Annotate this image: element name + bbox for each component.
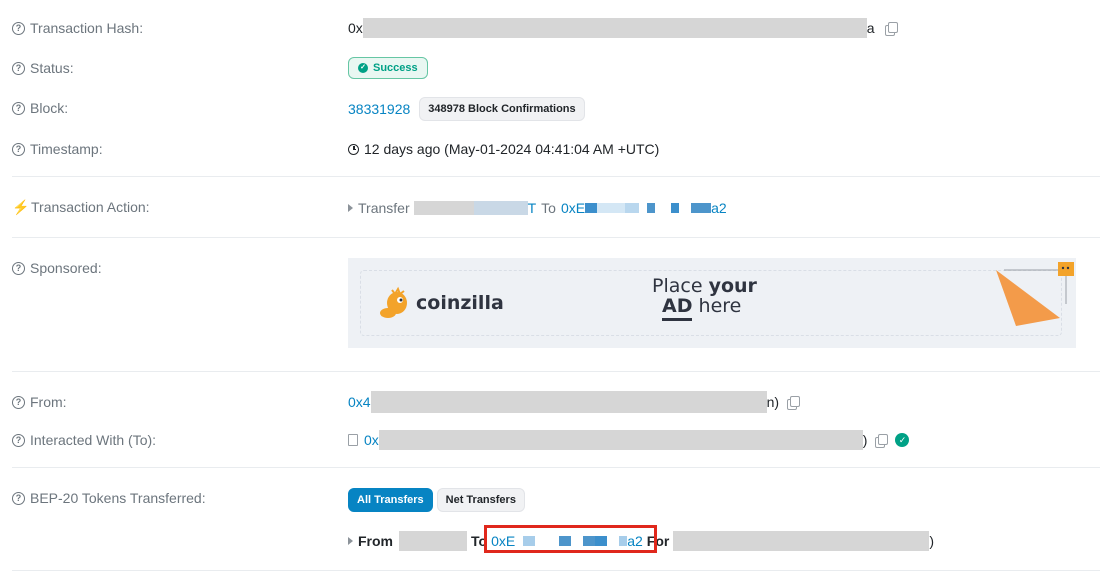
tx-action-row: ⚡ Transaction Action: bbox=[12, 195, 150, 219]
ad-text: Place your AD here bbox=[652, 276, 757, 321]
contract-file-icon bbox=[348, 434, 358, 446]
tab-net-transfers[interactable]: Net Transfers bbox=[436, 488, 525, 512]
divider bbox=[12, 237, 1100, 238]
help-icon[interactable]: ? bbox=[12, 433, 25, 447]
interacted-label: Interacted With (To): bbox=[30, 432, 157, 448]
copy-icon[interactable] bbox=[875, 434, 889, 448]
block-number-link[interactable]: 38331928 bbox=[348, 101, 410, 117]
bep20-row: ? BEP-20 Tokens Transferred: bbox=[12, 486, 206, 510]
check-circle-icon: ✓ bbox=[358, 63, 368, 73]
divider bbox=[12, 176, 1100, 177]
divider bbox=[12, 570, 1100, 571]
from-label: From: bbox=[30, 394, 67, 410]
lightning-icon: ⚡ bbox=[12, 198, 30, 215]
interacted-address-link[interactable]: 0x bbox=[364, 432, 379, 448]
expand-caret-icon[interactable] bbox=[348, 537, 353, 545]
interacted-row: ? Interacted With (To): bbox=[12, 428, 156, 452]
expand-caret-icon[interactable] bbox=[348, 204, 353, 212]
divider bbox=[12, 371, 1100, 372]
block-row: ? Block: bbox=[12, 96, 68, 120]
copy-icon[interactable] bbox=[884, 22, 898, 36]
bep20-label: BEP-20 Tokens Transferred: bbox=[30, 490, 206, 506]
copy-icon[interactable] bbox=[787, 396, 801, 410]
block-label: Block: bbox=[30, 100, 69, 116]
help-icon[interactable]: ? bbox=[12, 395, 25, 409]
timestamp-label: Timestamp: bbox=[30, 141, 103, 157]
help-icon[interactable]: ? bbox=[12, 21, 25, 35]
sponsored-row: ? Sponsored: bbox=[12, 256, 102, 280]
from-address-link[interactable]: 0x4 bbox=[348, 394, 371, 410]
status-row: ? Status: bbox=[12, 56, 74, 80]
status-badge: ✓ Success bbox=[348, 57, 428, 79]
help-icon[interactable]: ? bbox=[12, 261, 25, 275]
timestamp-row: ? Timestamp: bbox=[12, 137, 103, 161]
sponsored-ad-banner[interactable]: coinzilla Place your AD here bbox=[348, 258, 1076, 348]
timestamp-value: 12 days ago (May-01-2024 04:41:04 AM +UT… bbox=[364, 141, 660, 157]
tx-hash-row: ? Transaction Hash: bbox=[12, 16, 143, 40]
help-icon[interactable]: ? bbox=[12, 61, 25, 75]
clock-icon bbox=[348, 143, 359, 155]
ad-megaphone-icon bbox=[996, 262, 1074, 326]
from-row: ? From: bbox=[12, 390, 67, 414]
help-icon[interactable]: ? bbox=[12, 101, 25, 115]
redacted-hash bbox=[362, 18, 867, 38]
verified-check-icon: ✓ bbox=[895, 433, 910, 447]
coinzilla-logo-icon bbox=[380, 286, 407, 318]
help-icon[interactable]: ? bbox=[12, 491, 25, 505]
tx-action-label: Transaction Action: bbox=[31, 199, 150, 215]
help-icon[interactable]: ? bbox=[12, 142, 25, 156]
tab-all-transfers[interactable]: All Transfers bbox=[348, 488, 433, 512]
sponsored-label: Sponsored: bbox=[30, 260, 102, 276]
action-to-address-link[interactable]: 0xE a2 bbox=[561, 200, 727, 216]
tx-hash-label: Transaction Hash: bbox=[30, 20, 144, 36]
status-label: Status: bbox=[30, 60, 74, 76]
highlight-box bbox=[484, 525, 657, 553]
tx-hash-value: 0x a bbox=[348, 16, 898, 40]
block-confirmations-badge: 348978 Block Confirmations bbox=[419, 97, 585, 121]
divider bbox=[12, 467, 1100, 468]
ad-brand: coinzilla bbox=[416, 292, 504, 314]
